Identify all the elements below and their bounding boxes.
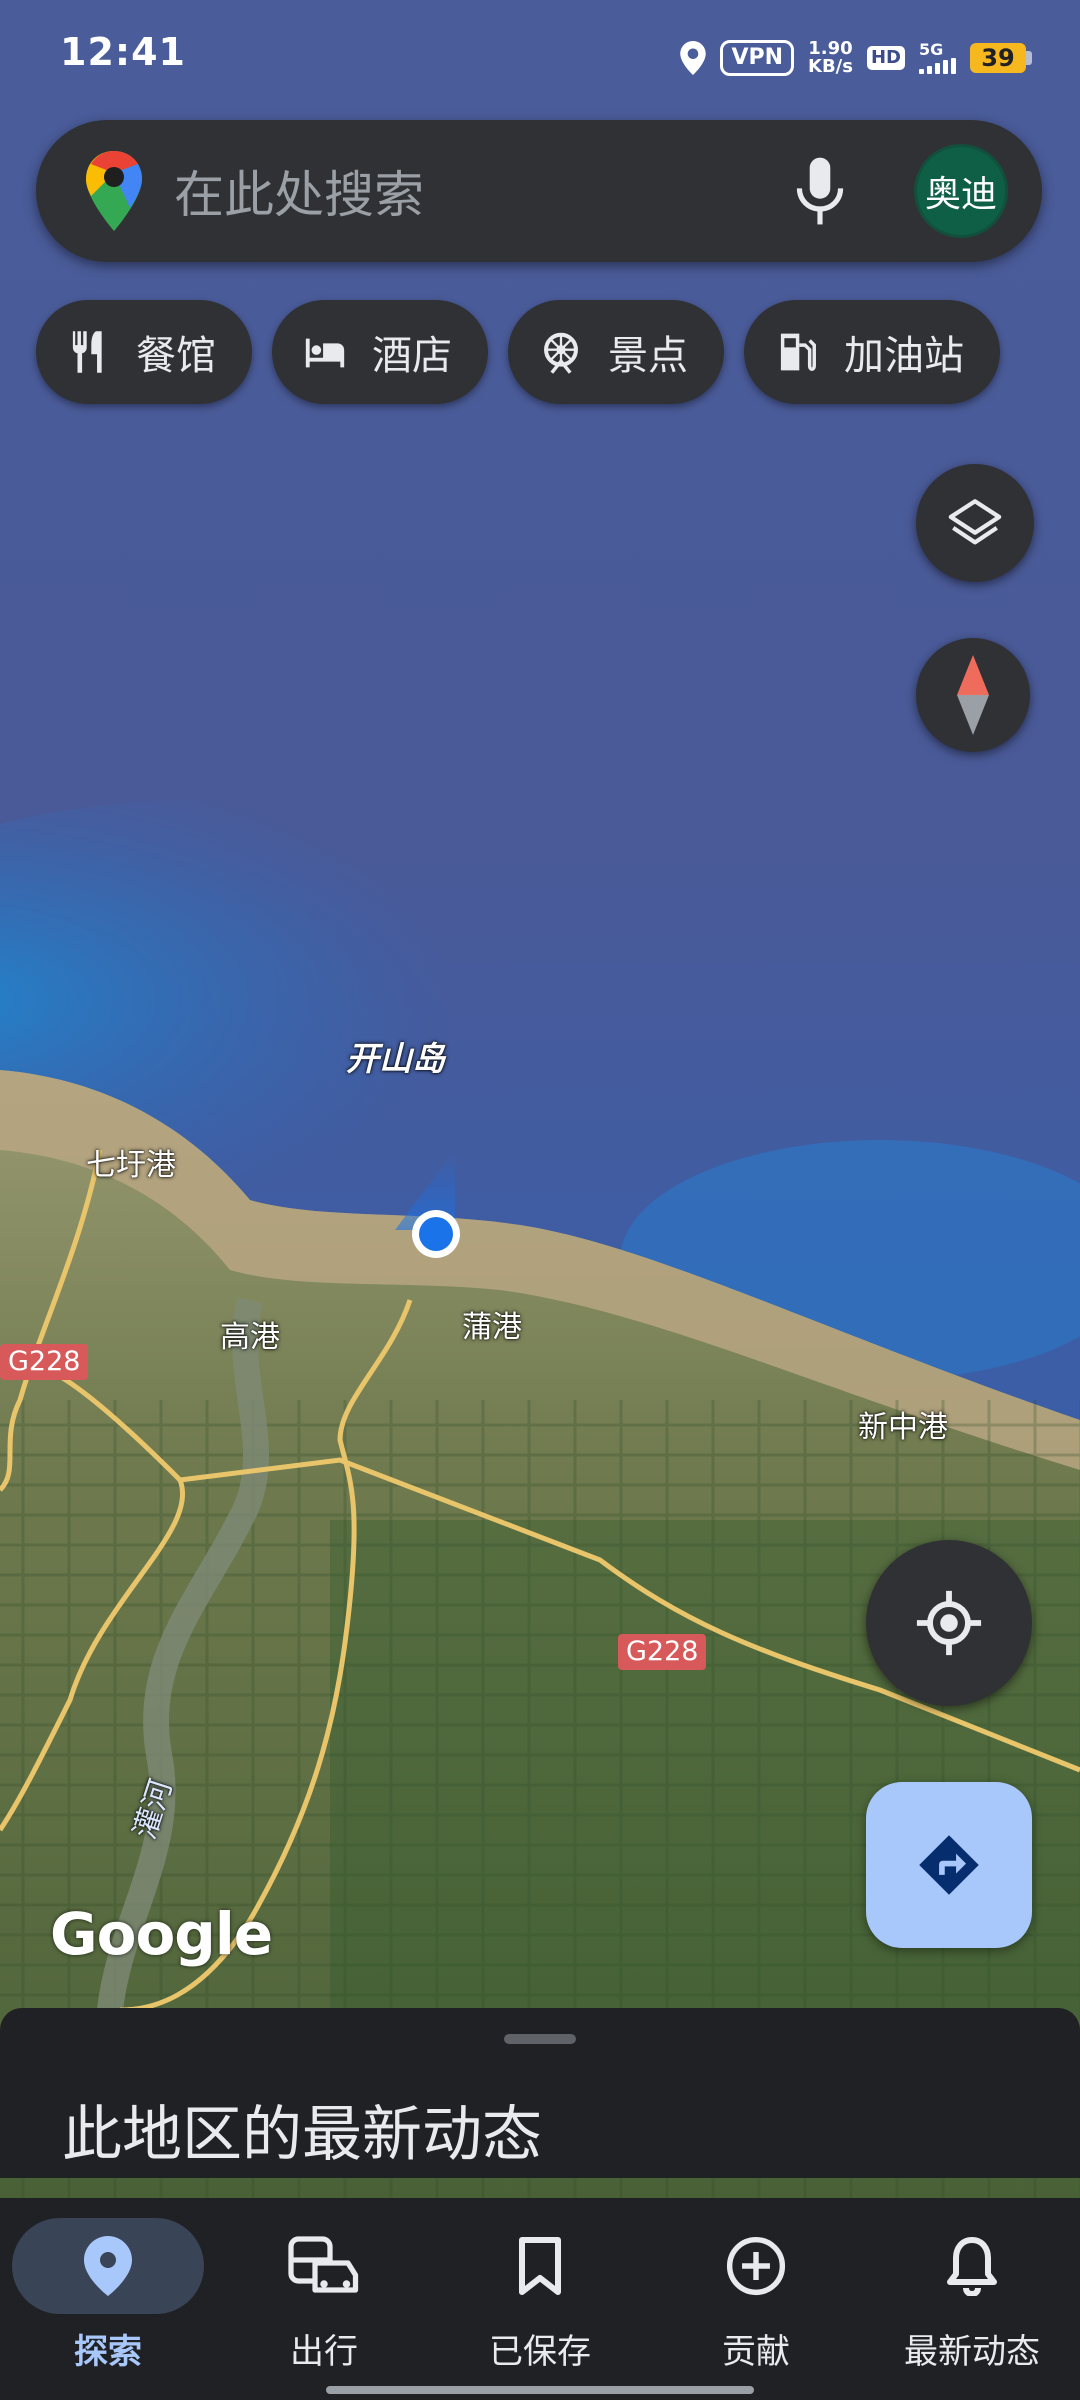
chip-label: 餐馆: [136, 333, 216, 379]
net-speed: 1.90 KB/s: [808, 40, 853, 76]
attraction-icon: [544, 332, 578, 374]
nav-icon-container: [876, 2218, 1068, 2314]
commute-icon: [288, 2236, 359, 2293]
nav-icon-container: [660, 2218, 852, 2314]
location-pin-icon: [680, 41, 707, 75]
home-indicator[interactable]: [326, 2386, 754, 2394]
bell-icon: [947, 2237, 997, 2296]
directions-icon: [919, 1835, 979, 1895]
hd-indicator: HD: [866, 46, 905, 70]
vpn-indicator: VPN: [720, 40, 795, 76]
search-input[interactable]: 在此处搜索: [174, 155, 790, 227]
category-chips: 餐馆 酒店 景点 加油站: [36, 300, 1000, 404]
sheet-title: 此地区的最新动态: [62, 2100, 542, 2170]
signal-indicator: 5G: [919, 42, 956, 74]
nav-label: 最新动态: [904, 2332, 1040, 2372]
chip-hotels[interactable]: 酒店: [272, 300, 488, 404]
nav-item-explore[interactable]: 探索: [8, 2218, 208, 2378]
google-watermark: Google: [50, 1900, 273, 1968]
net-speed-unit: KB/s: [808, 56, 853, 77]
layers-button[interactable]: [916, 464, 1034, 582]
battery-level: 39: [970, 43, 1026, 73]
google-maps-pin-icon: [86, 151, 142, 231]
status-bar: 12:41 VPN 1.90 KB/s HD 5G 39: [0, 0, 1080, 118]
nav-icon-container: [12, 2218, 204, 2314]
nav-label: 贡献: [722, 2332, 790, 2372]
sheet-drag-handle[interactable]: [504, 2034, 576, 2044]
compass-icon: [957, 655, 989, 735]
chip-gas-stations[interactable]: 加油站: [744, 300, 1000, 404]
compass-button[interactable]: [916, 638, 1030, 752]
map-label-gaogang[interactable]: 高港: [220, 1312, 280, 1356]
map-label-xinzhong-port[interactable]: 新中港: [858, 1402, 948, 1446]
add-circle-icon: [726, 2236, 786, 2296]
battery-cap: [1026, 51, 1032, 65]
chip-label: 加油站: [844, 333, 964, 379]
latest-in-area-sheet[interactable]: 此地区的最新动态: [0, 2008, 1080, 2178]
chip-attractions[interactable]: 景点: [508, 300, 724, 404]
nav-icon-container: [228, 2218, 420, 2314]
account-avatar[interactable]: 奥迪: [914, 144, 1008, 238]
nav-item-updates[interactable]: 最新动态: [872, 2218, 1072, 2378]
bookmark-icon: [519, 2237, 561, 2295]
status-time: 12:41: [60, 30, 186, 74]
directions-button[interactable]: [866, 1782, 1032, 1948]
battery-indicator: 39: [970, 43, 1032, 73]
my-location-button[interactable]: [866, 1540, 1032, 1706]
map-label-qiyu-port[interactable]: 七圩港: [86, 1140, 176, 1184]
chip-label: 酒店: [372, 333, 452, 379]
road-shield-g228: G228: [0, 1344, 89, 1380]
road-shield-g228: G228: [618, 1634, 707, 1670]
nav-label: 出行: [290, 2332, 358, 2372]
nav-item-go[interactable]: 出行: [224, 2218, 424, 2378]
search-bar[interactable]: 在此处搜索 奥迪: [36, 120, 1042, 262]
map-label-pugang[interactable]: 蒲港: [462, 1302, 522, 1346]
microphone-icon[interactable]: [790, 155, 850, 227]
layers-icon: [948, 499, 1002, 545]
nav-item-contribute[interactable]: 贡献: [656, 2218, 856, 2378]
chip-label: 景点: [608, 333, 688, 379]
network-type: 5G: [919, 40, 944, 59]
nav-icon-container: [444, 2218, 636, 2314]
map-label-kaishan-island[interactable]: 开山岛: [346, 1032, 445, 1080]
nav-label: 探索: [74, 2332, 142, 2372]
gas-station-icon: [780, 333, 816, 371]
bottom-navigation: 探索 出行 已保存 贡献 最新动态: [0, 2198, 1080, 2400]
chip-restaurants[interactable]: 餐馆: [36, 300, 252, 404]
explore-pin-icon: [84, 2236, 132, 2296]
restaurant-icon: [72, 331, 102, 373]
status-icons: VPN 1.90 KB/s HD 5G 39: [680, 36, 1032, 80]
signal-bars-icon: [919, 58, 956, 74]
hotel-bed-icon: [305, 338, 345, 368]
nav-item-saved[interactable]: 已保存: [440, 2218, 640, 2378]
my-location-icon: [916, 1590, 982, 1656]
nav-label: 已保存: [489, 2332, 591, 2372]
